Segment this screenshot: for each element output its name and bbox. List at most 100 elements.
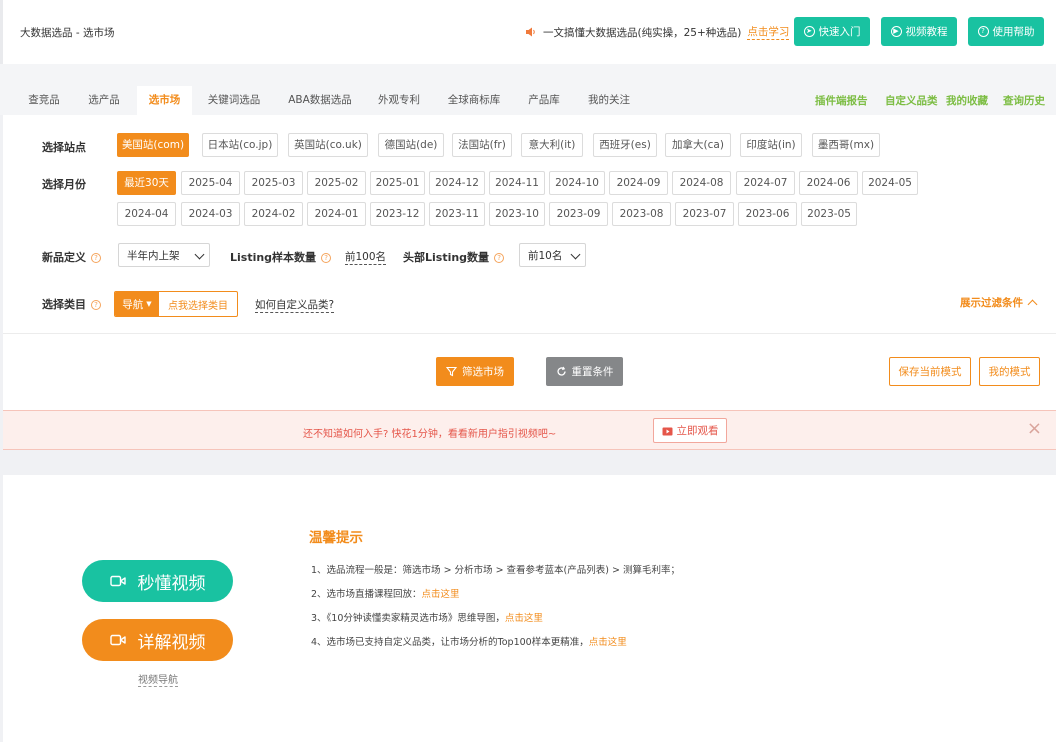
tab-product[interactable]: 选产品 <box>78 86 130 115</box>
new-def-label: 新品定义? <box>42 249 101 265</box>
detail-video-button[interactable]: 详解视频 <box>82 619 233 661</box>
tab-trademark[interactable]: 全球商标库 <box>440 86 508 115</box>
page-title: 大数据选品 - 选市场 <box>20 27 115 39</box>
tip-link[interactable]: 点击这里 <box>422 589 460 600</box>
head-label: 头部Listing数量? <box>403 249 505 265</box>
refresh-icon <box>556 366 566 376</box>
sample-value[interactable]: 前100名 <box>345 249 387 265</box>
category-pick-button[interactable]: 点我选择类目 <box>159 292 237 316</box>
notice-bar: 一文搞懂大数据选品(纯实操，25+种选品) 点击学习 <box>525 24 790 40</box>
site-chip[interactable]: 法国站(fr) <box>452 133 512 157</box>
watch-now-button[interactable]: 立即观看 <box>653 418 727 443</box>
site-chip[interactable]: 墨西哥(mx) <box>812 133 880 157</box>
tab-my-follow[interactable]: 我的关注 <box>580 86 638 115</box>
tip-item: 1、选品流程一般是：筛选市场 > 分析市场 > 查看参考蓝本(产品列表) > 测… <box>311 565 680 576</box>
video-camera-icon <box>109 634 126 646</box>
site-chip[interactable]: 日本站(co.jp) <box>202 133 278 157</box>
site-chip[interactable]: 印度站(in) <box>740 133 802 157</box>
month-chip[interactable]: 2023-11 <box>429 202 485 226</box>
custom-category-link[interactable]: 自定义品类 <box>885 93 938 108</box>
help-icon[interactable]: ? <box>321 253 332 263</box>
month-chip[interactable]: 最近30天 <box>117 171 176 195</box>
tab-aba[interactable]: ABA数据选品 <box>280 86 360 115</box>
quick-start-button[interactable]: ➤ 快速入门 <box>794 17 870 46</box>
month-chip[interactable]: 2023-07 <box>675 202 734 226</box>
month-chip[interactable]: 2024-10 <box>549 171 605 195</box>
site-label: 选择站点 <box>42 141 86 154</box>
month-chip[interactable]: 2024-05 <box>862 171 918 195</box>
new-def-select[interactable]: 半年内上架 <box>118 243 210 267</box>
query-history-link[interactable]: 查询历史 <box>1003 93 1045 108</box>
video-tutorial-button[interactable]: ▶ 视频教程 <box>881 17 957 46</box>
quick-video-button[interactable]: 秒懂视频 <box>82 560 233 602</box>
month-chip[interactable]: 2023-08 <box>612 202 671 226</box>
month-chip[interactable]: 2025-01 <box>370 171 425 195</box>
month-chip[interactable]: 2024-06 <box>799 171 858 195</box>
my-favorites-link[interactable]: 我的收藏 <box>946 93 988 108</box>
custom-category-help-link[interactable]: 如何自定义品类? <box>255 297 335 313</box>
month-chip[interactable]: 2024-08 <box>672 171 731 195</box>
close-icon[interactable]: × <box>1027 420 1042 438</box>
site-chip[interactable]: 英国站(co.uk) <box>288 133 368 157</box>
help-icon[interactable]: ? <box>91 253 101 263</box>
main-tabs: 查竞品 选产品 选市场 关键词选品 ABA数据选品 外观专利 全球商标库 产品库… <box>0 64 1056 115</box>
month-chip[interactable]: 2023-09 <box>549 202 608 226</box>
month-chip[interactable]: 2023-06 <box>738 202 797 226</box>
category-nav-dropdown[interactable]: 导航 ▼ <box>115 292 159 316</box>
guide-banner: 还不知道如何入手? 快花1分钟，看看新用户指引视频吧~ 立即观看 × <box>3 410 1056 450</box>
site-chip[interactable]: 德国站(de) <box>378 133 444 157</box>
month-chip[interactable]: 2024-09 <box>609 171 668 195</box>
tips-section: 秒懂视频 详解视频 视频导航 温馨提示 1、选品流程一般是：筛选市场 > 分析市… <box>3 475 1056 742</box>
arrow-circle-icon: ➤ <box>803 26 815 37</box>
plugin-report-link[interactable]: 插件端报告 <box>815 93 868 108</box>
filter-market-button[interactable]: 筛选市场 <box>436 357 514 386</box>
month-chip[interactable]: 2024-11 <box>489 171 545 195</box>
tab-product-lib[interactable]: 产品库 <box>518 86 570 115</box>
site-chip[interactable]: 西班牙(es) <box>593 133 657 157</box>
notice-text: 一文搞懂大数据选品(纯实操，25+种选品) <box>543 26 742 39</box>
month-chip[interactable]: 2024-12 <box>429 171 485 195</box>
month-chip[interactable]: 2024-02 <box>244 202 303 226</box>
month-chip[interactable]: 2024-01 <box>307 202 366 226</box>
my-mode-button[interactable]: 我的模式 <box>979 357 1040 386</box>
reset-button[interactable]: 重置条件 <box>546 357 623 386</box>
toggle-filters[interactable]: 展示过滤条件 <box>960 295 1038 310</box>
site-chip[interactable]: 加拿大(ca) <box>665 133 731 157</box>
month-chip[interactable]: 2023-10 <box>489 202 545 226</box>
chevron-down-icon <box>570 249 581 260</box>
month-chip[interactable]: 2023-12 <box>370 202 425 226</box>
month-chip[interactable]: 2025-03 <box>244 171 303 195</box>
play-circle-icon: ▶ <box>890 26 902 37</box>
month-chip[interactable]: 2025-04 <box>181 171 240 195</box>
notice-link[interactable]: 点击学习 <box>747 24 790 40</box>
tip-item: 4、选市场已支持自定义品类，让市场分析的Top100样本更精准，点击这里 <box>311 637 627 648</box>
video-nav-link[interactable]: 视频导航 <box>138 671 178 687</box>
help-icon[interactable]: ? <box>91 300 101 310</box>
filter-panel: 选择站点 美国站(com) 日本站(co.jp) 英国站(co.uk) 德国站(… <box>3 115 1056 410</box>
help-button[interactable]: ? 使用帮助 <box>968 17 1044 46</box>
tips-title: 温馨提示 <box>309 530 363 546</box>
month-chip[interactable]: 2024-04 <box>117 202 176 226</box>
question-circle-icon: ? <box>977 26 989 37</box>
category-selector: 导航 ▼ 点我选择类目 <box>114 291 238 317</box>
head-select[interactable]: 前10名 <box>519 243 586 267</box>
speaker-icon <box>526 27 535 37</box>
site-chip[interactable]: 意大利(it) <box>521 133 583 157</box>
help-icon[interactable]: ? <box>494 253 505 263</box>
tab-competitor[interactable]: 查竞品 <box>18 86 70 115</box>
chevron-up-icon <box>1027 299 1038 310</box>
save-mode-button[interactable]: 保存当前模式 <box>889 357 971 386</box>
month-chip[interactable]: 2025-02 <box>307 171 366 195</box>
site-chip[interactable]: 美国站(com) <box>117 133 189 157</box>
divider <box>3 333 1056 334</box>
tip-link[interactable]: 点击这里 <box>505 613 543 624</box>
tv-icon <box>662 427 672 435</box>
month-chip[interactable]: 2024-03 <box>181 202 240 226</box>
month-chip[interactable]: 2024-07 <box>736 171 795 195</box>
tab-market[interactable]: 选市场 <box>137 86 192 115</box>
tab-keyword[interactable]: 关键词选品 <box>198 86 270 115</box>
month-chip[interactable]: 2023-05 <box>801 202 857 226</box>
caret-down-icon: ▼ <box>146 300 152 308</box>
tip-link[interactable]: 点击这里 <box>589 637 627 648</box>
tab-patent[interactable]: 外观专利 <box>370 86 428 115</box>
